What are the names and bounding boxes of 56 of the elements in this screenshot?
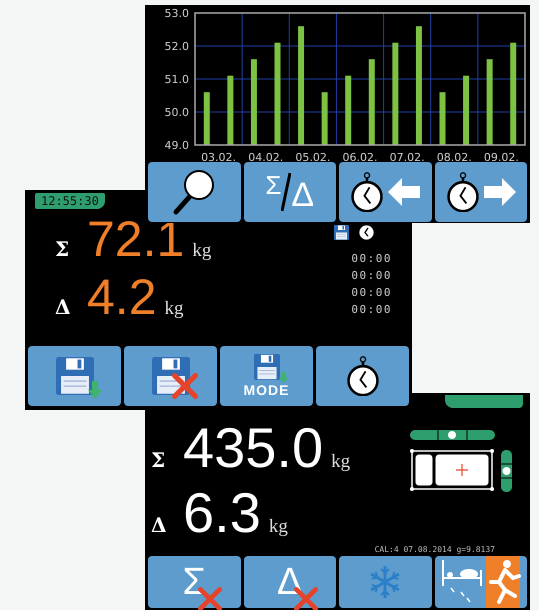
- snowflake-icon: [368, 565, 402, 599]
- y-tick-label: 52.0: [164, 40, 189, 53]
- exit-button[interactable]: [434, 556, 527, 608]
- bar: [440, 92, 446, 145]
- y-tick-label: 50.0: [164, 106, 189, 119]
- save-mode-button[interactable]: MODE: [220, 346, 313, 406]
- x-tick-label: 07.02.: [390, 151, 425, 162]
- x-tick-label: 08.02.: [436, 151, 472, 162]
- y-tick-label: 49.0: [164, 139, 189, 152]
- save-button[interactable]: [28, 346, 121, 406]
- bar: [463, 76, 470, 145]
- sum-delta-toggle-button[interactable]: Σ Δ: [244, 162, 336, 222]
- symbol-label: Δ: [55, 294, 72, 318]
- left-arrow-icon: [388, 178, 420, 206]
- symbol-label: Σ: [151, 448, 166, 472]
- saved-time: 00:00: [351, 268, 392, 284]
- bar: [322, 92, 328, 145]
- weight-value: 6.3: [183, 480, 261, 545]
- search-icon: [172, 168, 216, 216]
- y-tick-label: 51.0: [164, 73, 189, 86]
- x-tick-label: 04.02.: [248, 151, 284, 162]
- symbol-label: Δ: [151, 512, 168, 537]
- saved-time: 00:00: [351, 285, 392, 301]
- down-arrow-icon: [278, 371, 288, 384]
- bar: [345, 76, 352, 145]
- down-arrow-icon: [88, 381, 102, 399]
- cross-icon: [172, 373, 198, 399]
- calibration-info: CAL:4 07.08.2014 g=9.8137: [374, 545, 496, 556]
- x-tick-label: 05.02.: [295, 151, 330, 162]
- previous-time-button[interactable]: [339, 162, 432, 222]
- stopwatch-icon: [350, 172, 384, 212]
- right-arrow-icon: [484, 178, 516, 206]
- stopwatch-icon: [446, 172, 480, 212]
- stopwatch-icon: [346, 356, 380, 396]
- x-tick-label: 09.02.: [484, 151, 519, 162]
- saved-time: 00:00: [351, 302, 392, 318]
- weight-value: 4.2: [87, 268, 157, 326]
- slash-icon: [281, 172, 292, 212]
- unit-label: kg: [331, 451, 350, 474]
- bed-exit-icon: [440, 556, 521, 608]
- unit-label: kg: [268, 516, 288, 538]
- x-tick-label: 06.02.: [342, 151, 378, 162]
- symbol-label: Σ: [55, 237, 70, 261]
- weight-value: 435.0: [183, 416, 324, 481]
- saved-time: 00:00: [351, 251, 392, 267]
- weight-value: 72.1: [87, 211, 184, 268]
- clock-badge: 12:55:30: [35, 193, 105, 209]
- x-tick-label: 03.02.: [201, 151, 236, 162]
- y-tick-label: 53.0: [164, 7, 189, 20]
- unit-label: kg: [164, 298, 184, 320]
- clock-icon: [359, 225, 374, 240]
- timer-button[interactable]: [316, 346, 409, 406]
- next-time-button[interactable]: [434, 162, 527, 222]
- zoom-button[interactable]: [148, 162, 240, 222]
- delete-save-button[interactable]: [124, 346, 217, 406]
- unit-label: kg: [192, 240, 212, 262]
